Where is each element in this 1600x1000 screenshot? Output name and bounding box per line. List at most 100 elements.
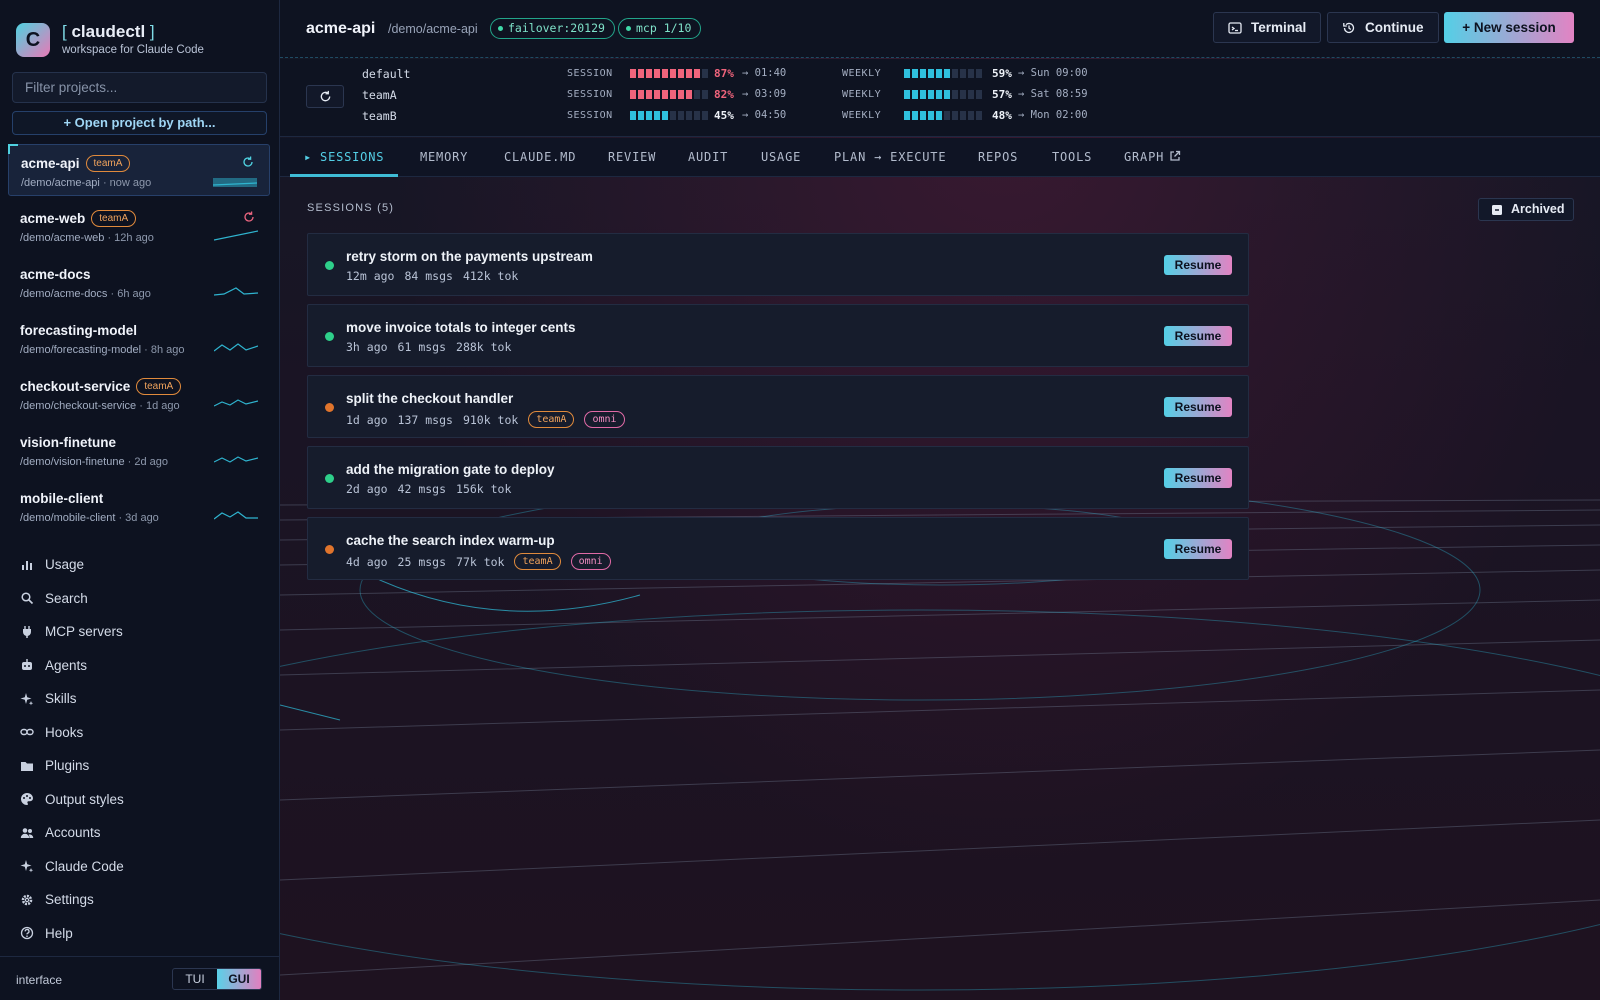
project-item-acme-web[interactable]: acme-web teamA/demo/acme-web · 12h ago <box>8 200 270 256</box>
tab-tools[interactable]: TOOLS <box>1048 138 1096 177</box>
archived-button[interactable]: Archived <box>1478 198 1574 221</box>
tab-audit[interactable]: AUDIT <box>684 138 732 177</box>
sync-icon <box>243 156 253 167</box>
sidebar-item-hooks[interactable]: Hooks <box>0 716 279 750</box>
refresh-icon <box>320 90 331 102</box>
project-path: /demo/acme-web <box>20 232 105 244</box>
tab-repos[interactable]: REPOS <box>974 138 1022 177</box>
project-item-forecasting-model[interactable]: forecasting-model/demo/forecasting-model… <box>8 312 270 368</box>
brand-title: [ claudectl ] <box>62 22 155 42</box>
usage-bar-segment <box>920 69 926 78</box>
gear-icon <box>21 894 33 906</box>
session-messages: 25 msgs <box>397 554 447 569</box>
usage-bar-segment <box>936 90 942 99</box>
sidebar-item-search[interactable]: Search <box>0 582 279 616</box>
usage-bar-segment <box>678 111 684 120</box>
tab-usage[interactable]: USAGE <box>757 138 805 177</box>
session-messages: 137 msgs <box>397 412 453 427</box>
usage-bar-segment <box>936 69 942 78</box>
usage-bar-segment <box>670 90 676 99</box>
project-age: · 8h ago <box>144 344 185 356</box>
tab-memory[interactable]: MEMORY <box>416 138 472 177</box>
usage-row-default: default SESSION 87% → 01:40 WEEKLY 59% → Sun 0… <box>362 67 1182 81</box>
project-name: checkout-service <box>20 379 131 395</box>
usage-bar-segment <box>662 69 668 78</box>
refresh-usage-button[interactable] <box>306 85 344 108</box>
session-status-dot <box>325 403 334 412</box>
session-title: split the checkout handler <box>346 391 514 406</box>
new-session-button[interactable]: + New session <box>1444 12 1574 43</box>
sidebar-item-settings[interactable]: Settings <box>0 883 279 917</box>
weekly-label: WEEKLY <box>842 110 882 121</box>
session-row[interactable]: retry storm on the payments upstream 12m … <box>307 233 1249 296</box>
resume-button[interactable]: Resume <box>1164 397 1232 417</box>
sidebar-item-accounts[interactable]: Accounts <box>0 816 279 850</box>
interface-switcher: interface TUI GUI <box>0 956 279 1000</box>
session-messages: 61 msgs <box>397 340 447 354</box>
resume-button[interactable]: Resume <box>1164 539 1232 559</box>
project-name: vision-finetune <box>20 435 117 451</box>
project-tag: teamA <box>85 155 131 173</box>
sidebar-item-output-styles[interactable]: Output styles <box>0 783 279 817</box>
sidebar: C [ claudectl ] workspace for Claude Cod… <box>0 0 280 1000</box>
sidebar-item-claude-code[interactable]: Claude Code <box>0 850 279 884</box>
project-age: · 3d ago <box>118 512 159 524</box>
session-row[interactable]: move invoice totals to integer cents 3h a… <box>307 304 1249 367</box>
session-row[interactable]: split the checkout handler 1d ago 137 msgs… <box>307 375 1249 438</box>
interface-option-gui[interactable]: GUI <box>217 969 261 989</box>
sidebar-item-plugins[interactable]: Plugins <box>0 749 279 783</box>
tab-sessions[interactable]: ▸ SESSIONS <box>290 138 399 177</box>
open-project-button[interactable]: + Open project by path... <box>12 111 267 135</box>
usage-bar-segment <box>968 69 974 78</box>
project-item-checkout-service[interactable]: checkout-service teamA/demo/checkout-serv… <box>8 368 270 424</box>
sidebar-item-label: Hooks <box>45 724 84 740</box>
weekly-reset: → Mon 02:00 <box>1018 109 1088 121</box>
sidebar-item-skills[interactable]: Skills <box>0 682 279 716</box>
sidebar-item-mcp-servers[interactable]: MCP servers <box>0 615 279 649</box>
project-tag: teamA <box>136 378 182 396</box>
session-age: 12m ago <box>346 269 395 283</box>
tab-label: GRAPH <box>1124 150 1165 164</box>
session-row[interactable]: cache the search index warm-up 4d ago 25 m… <box>307 517 1249 580</box>
session-meta: 3h ago 61 msgs 288k tok <box>346 340 511 354</box>
usage-bar-segment <box>654 90 660 99</box>
resume-button[interactable]: Resume <box>1164 255 1232 275</box>
history-icon <box>1343 22 1355 33</box>
project-item-acme-docs[interactable]: acme-docs/demo/acme-docs · 6h ago <box>8 256 270 312</box>
usage-bar-segment <box>968 111 974 120</box>
brand-name: claudectl <box>71 22 146 41</box>
tab-graph[interactable]: GRAPH <box>1120 138 1185 177</box>
terminal-button[interactable]: Terminal <box>1213 12 1322 43</box>
session-tokens: 156k tok <box>456 482 512 496</box>
weekly-percent: 48% <box>992 109 1012 122</box>
usage-bar-segment <box>654 69 660 78</box>
filter-projects-input[interactable] <box>12 72 267 103</box>
usage-bar-segment <box>968 90 974 99</box>
project-item-vision-finetune[interactable]: vision-finetune/demo/vision-finetune · 2… <box>8 424 270 480</box>
usage-bar-segment <box>928 90 934 99</box>
sidebar-item-label: Plugins <box>45 758 90 774</box>
session-tokens: 288k tok <box>456 340 512 354</box>
sidebar-item-label: Output styles <box>45 791 124 807</box>
sync-icon <box>244 211 254 222</box>
sidebar-item-help[interactable]: Help <box>0 917 279 951</box>
sidebar-item-usage[interactable]: Usage <box>0 548 279 582</box>
continue-button[interactable]: Continue <box>1327 12 1439 43</box>
tab-plan-execute[interactable]: PLAN → EXECUTE <box>830 138 950 177</box>
usage-bar-segment <box>928 111 934 120</box>
usage-bar-segment <box>654 111 660 120</box>
tab-review[interactable]: REVIEW <box>604 138 660 177</box>
usage-bar-segment <box>694 90 700 99</box>
project-age: · 12h ago <box>107 232 154 244</box>
resume-button[interactable]: Resume <box>1164 326 1232 346</box>
project-item-acme-api[interactable]: acme-api teamA/demo/acme-api · now ago <box>8 144 270 196</box>
brand-subtitle: workspace for Claude Code <box>62 44 204 56</box>
sidebar-item-agents[interactable]: Agents <box>0 649 279 683</box>
usage-bar-segment <box>686 111 692 120</box>
session-row[interactable]: add the migration gate to deploy 2d ago 42… <box>307 446 1249 509</box>
interface-option-tui[interactable]: TUI <box>173 969 217 989</box>
project-item-mobile-client[interactable]: mobile-client/demo/mobile-client · 3d ag… <box>8 480 270 536</box>
sessions-heading: SESSIONS (5) <box>307 202 395 214</box>
resume-button[interactable]: Resume <box>1164 468 1232 488</box>
tab-claude-md[interactable]: CLAUDE.MD <box>500 138 580 177</box>
